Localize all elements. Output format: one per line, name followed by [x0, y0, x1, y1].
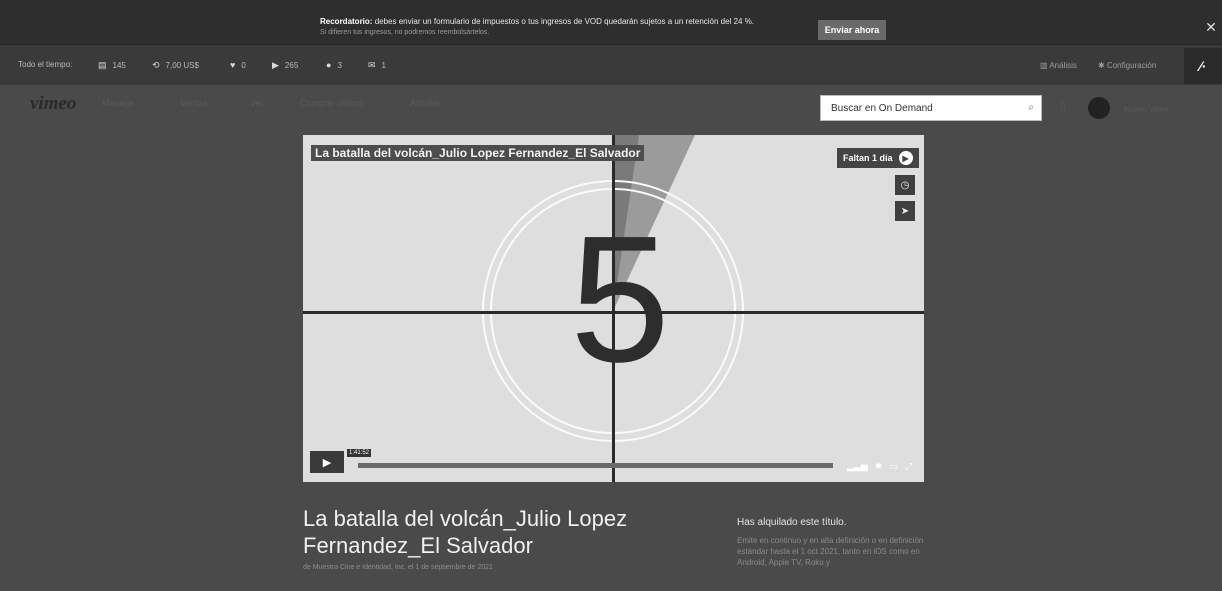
- chart-icon: ▥: [1040, 61, 1050, 70]
- page-title: La batalla del volcán_Julio Lopez Fernan…: [303, 506, 628, 558]
- countdown-number: 5: [569, 199, 670, 400]
- send-now-button[interactable]: Enviar ahora: [818, 20, 886, 40]
- mail-icon: ✉: [368, 60, 376, 70]
- reminder-banner: Recordatorio: debes enviar un formulario…: [0, 0, 1222, 45]
- clock-icon[interactable]: ◷: [895, 175, 915, 195]
- stats-bar: Todo el tiempo: ▤ 145 ⟲ 7,00 US$ ♥ 0 ▶ 265 ●…: [0, 45, 1222, 85]
- play-circle-icon: ▶: [898, 151, 913, 165]
- banner-message: Recordatorio: debes enviar un formulario…: [320, 17, 755, 26]
- ticket-icon: ▤: [98, 60, 107, 70]
- stat-tickets[interactable]: ▤ 145: [98, 60, 126, 71]
- nav-item-buy[interactable]: Comprar videos: [300, 98, 364, 108]
- volume-icon[interactable]: ▂▃▅: [847, 461, 868, 472]
- stat-plays[interactable]: ▶ 265: [272, 60, 298, 71]
- play-icon: ▶: [272, 60, 279, 70]
- rental-heading: Has alquilado este título.: [737, 517, 847, 528]
- nav-item-rent[interactable]: Alquilar: [410, 98, 440, 108]
- nav-item-sales[interactable]: Ventas: [180, 98, 208, 108]
- bookmark-icon[interactable]: ▯: [1060, 101, 1066, 112]
- close-icon[interactable]: ✕: [1204, 20, 1218, 34]
- stat-earnings[interactable]: ⟲ 7,00 US$: [152, 60, 199, 71]
- player-controls: ▂▃▅ ✱ ▭ ⤢: [847, 461, 912, 472]
- money-icon: ⟲: [152, 60, 160, 70]
- heart-icon: ♥: [230, 60, 236, 70]
- nav-item-watch[interactable]: Ver: [250, 98, 264, 108]
- time-display: 1:41:52: [347, 449, 372, 457]
- nav-item-manage[interactable]: Manage: [102, 98, 135, 108]
- search-icon[interactable]: ⌕: [1028, 102, 1034, 113]
- video-title-overlay[interactable]: La batalla del volcán_Julio Lopez Fernan…: [311, 145, 645, 161]
- video-player[interactable]: 5 La batalla del volcán_Julio Lopez Fern…: [303, 135, 924, 482]
- rental-details: Emite en continuo y en alta definición o…: [737, 536, 924, 567]
- panel-toggle-button[interactable]: ⁄·: [1184, 48, 1222, 84]
- search-input[interactable]: Buscar en On Demand ⌕: [820, 95, 1042, 121]
- stat-comments[interactable]: ● 3: [326, 60, 342, 70]
- comment-icon: ●: [326, 60, 332, 70]
- airplay-icon[interactable]: ▭: [889, 461, 898, 472]
- stat-messages[interactable]: ✉ 1: [368, 60, 386, 71]
- avatar[interactable]: [1088, 97, 1110, 119]
- video-meta: de Muestra Cine e Identidad, Inc. el 1 d…: [303, 564, 493, 571]
- analytics-link[interactable]: ▥ Análisis: [1040, 61, 1077, 70]
- fullscreen-icon[interactable]: ⤢: [905, 461, 912, 472]
- vimeo-logo[interactable]: vimeo: [30, 93, 76, 115]
- gear-icon: ✱: [1098, 61, 1107, 70]
- search-placeholder: Buscar en On Demand: [831, 103, 933, 114]
- play-button[interactable]: ▶: [310, 451, 344, 473]
- stat-likes[interactable]: ♥ 0: [230, 60, 246, 70]
- settings-link[interactable]: ✱ Configuración: [1098, 61, 1156, 70]
- settings-icon[interactable]: ✱: [875, 461, 883, 472]
- days-left-badge[interactable]: Faltan 1 día ▶: [837, 148, 919, 168]
- stats-period: Todo el tiempo:: [18, 60, 73, 69]
- new-video-link[interactable]: Nuevo video: [1124, 105, 1168, 114]
- banner-subtext: Si difieren tus ingresos, no podremos re…: [320, 29, 490, 36]
- send-icon[interactable]: ➤: [895, 201, 915, 221]
- progress-bar[interactable]: [358, 463, 833, 468]
